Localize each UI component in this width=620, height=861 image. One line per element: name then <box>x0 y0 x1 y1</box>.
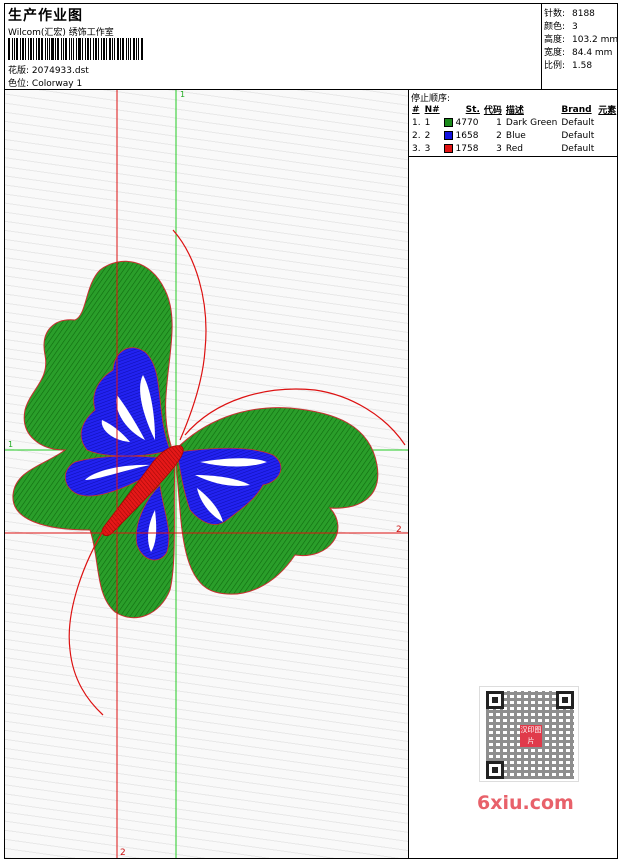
design-stats: 针数: 8188 颜色: 3 高度: 103.2 mm 宽度: 84.4 mm 比例: 1… <box>541 4 618 90</box>
col-index: # <box>412 104 420 115</box>
stat-value: 103.2 mm <box>572 35 619 45</box>
row-stitches-cell: 1658 <box>442 129 482 142</box>
table-row[interactable]: 1. 1 4770 1 Dark Green Default <box>410 116 618 129</box>
row-index: 2. <box>412 130 421 141</box>
production-worksheet: 生产作业图 Wilcom(汇宏) 绣饰工作室 花版: 2074933.dst 色… <box>4 3 618 859</box>
col-needle: N# <box>424 104 440 115</box>
row-stitches-cell: 1758 <box>442 142 482 155</box>
col-stitches: St. <box>465 104 480 115</box>
stat-stitches: 针数: 8188 <box>544 6 595 19</box>
stop-sequence-table: # N# St. 代码 描述 Brand 元素 1. 1 4770 1 Dark Gr… <box>410 103 618 155</box>
col-code: 代码 <box>483 106 502 116</box>
stat-value: 1.58 <box>572 61 593 71</box>
design-file-value: 2074933.dst <box>31 66 89 76</box>
page-title: 生产作业图 <box>8 8 83 24</box>
row-element <box>596 116 618 129</box>
row-stitches-cell: 4770 <box>442 116 482 129</box>
row-brand: Default <box>561 130 595 141</box>
row-element <box>596 129 618 142</box>
row-brand: Default <box>561 117 595 128</box>
table-header-row: # N# St. 代码 描述 Brand 元素 <box>410 103 618 117</box>
row-code: 2 <box>496 130 502 141</box>
stat-value: 3 <box>572 22 578 32</box>
color-swatch <box>443 130 453 140</box>
colorway-line: 色位: Colorway 1 <box>8 76 82 89</box>
row-stitches: 4770 <box>455 117 479 128</box>
qr-code: 汉印图片 <box>479 686 579 782</box>
stat-scale: 比例: 1.58 <box>544 58 592 71</box>
row-needle: 2 <box>424 130 431 141</box>
table-row[interactable]: 2. 2 1658 2 Blue Default <box>410 129 618 142</box>
col-brand: Brand <box>561 104 592 115</box>
green-wings <box>12 260 379 619</box>
company-name: Wilcom(汇宏) 绣饰工作室 <box>8 28 114 38</box>
row-code: 3 <box>496 143 502 154</box>
axis-label-h2: 2 <box>396 525 402 535</box>
stat-colors: 颜色: 3 <box>544 19 578 32</box>
color-swatch <box>443 117 453 127</box>
row-stitches: 1658 <box>455 130 479 141</box>
stat-label: 高度: <box>544 35 566 45</box>
row-needle: 3 <box>424 143 431 154</box>
stat-width: 宽度: 84.4 mm <box>544 45 612 58</box>
row-element <box>596 142 618 155</box>
row-index: 1. <box>412 117 421 128</box>
axis-label-h1: 1 <box>8 440 14 449</box>
watermark: 汉印图片 6xiu.com <box>471 682 589 822</box>
stat-label: 针数: <box>544 9 566 19</box>
row-description: Blue <box>505 130 526 141</box>
embroidery-preview <box>5 90 408 858</box>
stat-label: 比例: <box>544 61 566 71</box>
stat-label: 颜色: <box>544 22 566 32</box>
stat-label: 宽度: <box>544 48 566 58</box>
header-info: 生产作业图 Wilcom(汇宏) 绣饰工作室 花版: 2074933.dst 色… <box>5 4 541 90</box>
row-brand: Default <box>561 143 595 154</box>
worksheet-header: 生产作业图 Wilcom(汇宏) 绣饰工作室 花版: 2074933.dst 色… <box>5 4 618 90</box>
colorway-value: Colorway 1 <box>31 79 83 89</box>
col-description: 描述 <box>505 106 524 116</box>
design-file-line: 花版: 2074933.dst <box>8 63 89 76</box>
row-description: Red <box>505 143 523 154</box>
watermark-text: 6xiu.com <box>477 792 574 814</box>
col-element: 元素 <box>598 106 617 116</box>
color-swatch <box>443 143 453 153</box>
design-label: 花版: <box>8 66 30 76</box>
table-row[interactable]: 3. 3 1758 3 Red Default <box>410 142 618 155</box>
colorway-label: 色位: <box>8 79 30 89</box>
axis-label-v2: 2 <box>120 848 126 858</box>
row-stitches: 1758 <box>455 143 479 154</box>
row-code: 1 <box>496 117 502 128</box>
stat-height: 高度: 103.2 mm <box>544 32 618 45</box>
watermark-badge: 汉印图片 <box>520 725 542 747</box>
axis-label-v1: 1 <box>180 90 186 99</box>
row-description: Dark Green <box>505 117 558 128</box>
stat-value: 84.4 mm <box>572 48 613 58</box>
row-index: 3. <box>412 143 421 154</box>
panel-divider <box>409 156 617 157</box>
row-needle: 1 <box>424 117 431 128</box>
barcode <box>8 38 144 60</box>
design-canvas[interactable]: 1 1 2 2 <box>5 90 409 858</box>
stat-value: 8188 <box>572 9 595 19</box>
